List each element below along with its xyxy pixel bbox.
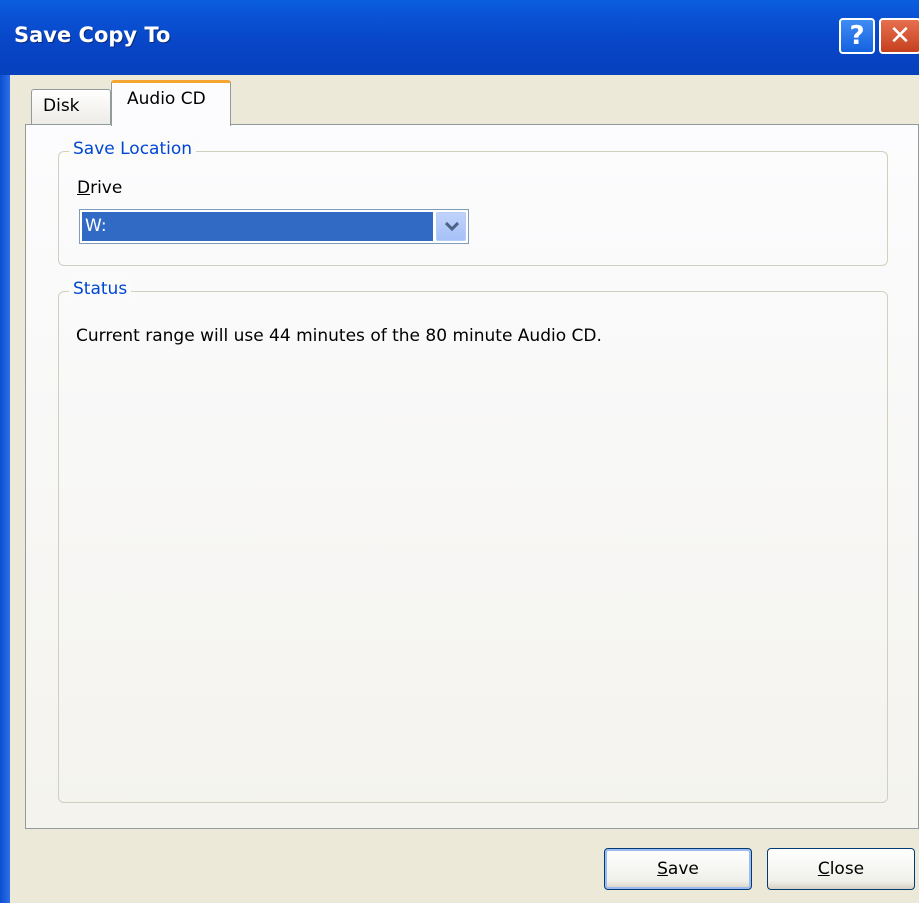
tab-panel-audio-cd: Save Location Drive W: Status Current ra… [25,124,919,829]
save-location-legend: Save Location [69,139,197,159]
drive-select-value: W: [82,212,433,241]
title-bar[interactable]: Save Copy To ? ✕ [0,0,919,75]
drive-label-text: rive [90,178,123,198]
status-group: Status Current range will use 44 minutes… [58,279,888,803]
close-icon: ✕ [889,21,911,51]
save-button[interactable]: Save [604,848,752,890]
drive-label-accelerator: D [77,178,91,198]
help-button[interactable]: ? [839,18,875,54]
help-icon: ? [849,21,865,51]
tab-disk[interactable]: Disk [31,89,111,125]
tab-audio-cd[interactable]: Audio CD [111,80,231,126]
chevron-down-icon [445,222,459,232]
tab-audio-cd-label: Audio CD [127,89,206,109]
drive-select[interactable]: W: [79,209,469,244]
drive-dropdown-button[interactable] [436,212,466,241]
close-accelerator: C [817,859,830,879]
close-button[interactable]: Close [767,848,915,890]
save-accelerator: S [657,859,668,879]
drive-label: Drive [77,178,122,198]
status-message: Current range will use 44 minutes of the… [76,326,602,346]
window-close-button[interactable]: ✕ [879,18,919,54]
status-legend: Status [69,279,132,299]
window-title: Save Copy To [14,23,171,47]
tab-disk-label: Disk [43,96,80,116]
save-label: ave [667,859,699,879]
close-label: lose [829,859,865,879]
window-frame-left [0,75,10,903]
save-location-group: Save Location Drive W: [58,139,888,266]
